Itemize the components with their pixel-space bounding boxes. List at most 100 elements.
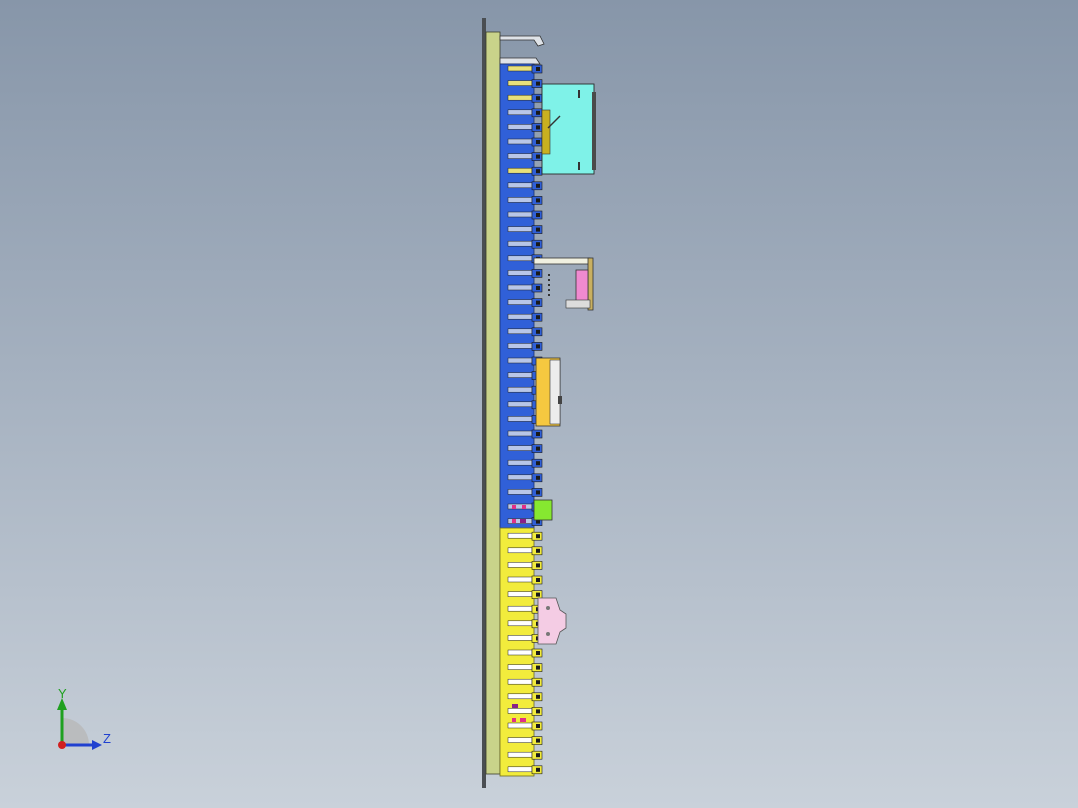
terminal-slot (507, 211, 533, 218)
terminal-slot (507, 138, 533, 145)
terminal-screw-head (536, 213, 540, 217)
pale-pink-connector[interactable] (537, 597, 567, 645)
cyan-module-slot-2 (578, 162, 580, 170)
terminal-slot (507, 255, 533, 262)
mounting-plate-edge (482, 18, 486, 788)
terminal-screw-head (536, 329, 540, 334)
terminal-screw-head (536, 651, 540, 655)
terminal-slot (507, 372, 533, 378)
terminal-slot (507, 94, 533, 101)
terminal-slot (507, 167, 533, 174)
terminal-slot (507, 240, 533, 247)
terminal-slot (507, 109, 533, 116)
terminal-slot (507, 591, 533, 597)
relay-pins (548, 274, 550, 296)
z-axis-arrow (92, 740, 102, 750)
terminal-slot (507, 299, 533, 305)
terminal-slot (507, 693, 533, 700)
terminal-slot (507, 284, 533, 291)
axis-triad (57, 698, 102, 750)
terminal-screw-head (536, 665, 540, 670)
terminal-slot (507, 635, 533, 641)
terminal-slot (507, 678, 533, 685)
terminal-screw-head (536, 315, 540, 320)
terminal-screw-head (536, 286, 540, 290)
terminal-slot (507, 153, 533, 159)
terminal-slot (507, 386, 533, 393)
terminal-slot (507, 226, 533, 232)
terminal-screw-head (536, 709, 540, 714)
terminal-slot (507, 445, 533, 451)
terminal-screw-head (536, 344, 540, 349)
green-block[interactable] (533, 499, 553, 521)
assembly-model[interactable] (0, 0, 1078, 808)
terminal-slot (507, 474, 533, 481)
terminal-screw-head (536, 592, 540, 597)
origin-dot (58, 741, 66, 749)
terminal-slot (507, 357, 533, 364)
terminal-slot (507, 270, 533, 276)
terminal-slot (507, 649, 533, 656)
terminal-screw-head (536, 446, 540, 451)
terminal-screw-head (536, 81, 540, 86)
terminal-slot (507, 124, 533, 130)
terminal-slot (507, 722, 533, 729)
terminal-screw-head (536, 461, 540, 466)
terminal-screw-head (536, 154, 540, 159)
terminal-slot (507, 197, 533, 203)
terminal-screw-head (536, 563, 540, 568)
y-axis-label: Y (58, 686, 67, 701)
terminal-slot (507, 708, 533, 714)
relay-base (565, 299, 591, 309)
terminal-screw-head (536, 96, 540, 101)
terminal-slot (507, 576, 533, 583)
terminal-slot (507, 328, 533, 335)
terminal-slot (507, 562, 533, 568)
cad-viewport[interactable]: Y Z (0, 0, 1078, 808)
terminal-slot (507, 313, 533, 320)
terminal-screw-head (536, 271, 540, 276)
terminal-slot (507, 65, 533, 72)
z-axis-label: Z (103, 731, 111, 746)
terminal-slot (507, 620, 533, 627)
terminal-screw-head (536, 67, 540, 71)
connector-hole-1 (546, 606, 550, 610)
terminal-screw-head (536, 680, 540, 685)
orange-breaker-face (549, 359, 561, 425)
terminal-screw-head (536, 242, 540, 247)
top-bracket (499, 35, 545, 47)
terminal-screw-head (536, 110, 540, 115)
terminal-slot (507, 416, 533, 422)
terminal-screw-head (536, 738, 540, 743)
terminal-screw-head (536, 140, 540, 144)
terminal-screw-head (536, 125, 540, 130)
cyan-module-bracket (541, 109, 551, 155)
terminal-slot (507, 459, 533, 466)
terminal-slot (507, 343, 533, 349)
orange-breaker-switch (558, 396, 562, 404)
cyan-module-tab (592, 92, 596, 170)
terminal-slot (507, 489, 533, 495)
cyan-module-slot-1 (578, 90, 580, 98)
terminal-screw-head (536, 767, 540, 772)
terminal-slot (507, 547, 533, 554)
terminal-slot (507, 664, 533, 670)
triad-quarter-disc (62, 718, 89, 745)
terminal-slot (507, 766, 533, 773)
terminal-slot (507, 605, 533, 612)
terminal-screw-head (536, 578, 540, 582)
terminal-screw-head (536, 227, 540, 232)
terminal-slot (507, 751, 533, 758)
terminal-screw-head (536, 300, 540, 305)
terminal-screw-head (536, 183, 540, 188)
terminal-screw-head (536, 198, 540, 203)
terminal-slot (507, 737, 533, 743)
terminal-screw-head (536, 490, 540, 495)
connector-hole-2 (546, 632, 550, 636)
terminal-slot (507, 532, 533, 539)
terminal-screw-head (536, 534, 540, 539)
terminal-slot (507, 401, 533, 408)
top-bracket-2 (499, 57, 541, 65)
terminal-screw-head (536, 475, 540, 480)
pink-relay[interactable] (575, 269, 589, 305)
